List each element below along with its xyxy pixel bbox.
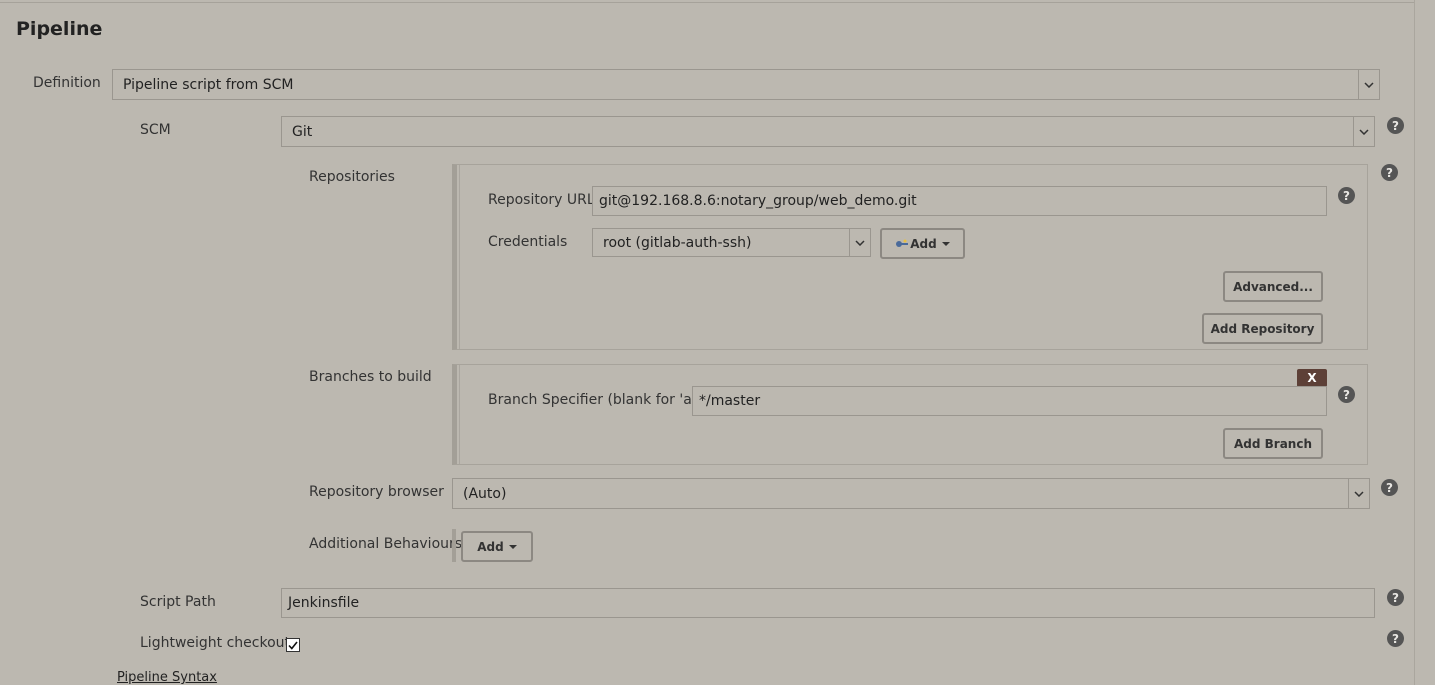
- lightweight-checkout-label: Lightweight checkout: [140, 635, 291, 651]
- help-icon[interactable]: ?: [1381, 164, 1398, 181]
- chevron-down-icon[interactable]: [1358, 70, 1379, 99]
- scm-select[interactable]: Git: [281, 116, 1375, 147]
- script-path-label: Script Path: [140, 594, 216, 610]
- help-icon[interactable]: ?: [1381, 479, 1398, 496]
- add-repository-button[interactable]: Add Repository: [1202, 313, 1323, 344]
- definition-label: Definition: [33, 75, 101, 91]
- repository-browser-label: Repository browser: [309, 484, 444, 500]
- add-behaviour-button[interactable]: Add: [461, 531, 533, 562]
- help-icon[interactable]: ?: [1338, 386, 1355, 403]
- caret-down-icon: [508, 544, 517, 549]
- repository-url-input[interactable]: git@192.168.8.6:notary_group/web_demo.gi…: [592, 186, 1327, 216]
- scm-label: SCM: [140, 122, 171, 138]
- chevron-down-icon[interactable]: [849, 229, 870, 256]
- add-credentials-button[interactable]: Add: [880, 228, 965, 259]
- scm-value: Git: [292, 123, 313, 140]
- behaviours-bar: [452, 529, 456, 562]
- chevron-down-icon[interactable]: [1348, 479, 1369, 508]
- branch-specifier-label: Branch Specifier (blank for 'any'): [488, 392, 719, 408]
- repository-browser-value: (Auto): [463, 485, 507, 502]
- definition-select[interactable]: Pipeline script from SCM: [112, 69, 1380, 100]
- caret-down-icon: [941, 241, 950, 246]
- section-title: Pipeline: [16, 18, 103, 40]
- credentials-select[interactable]: root (gitlab-auth-ssh): [592, 228, 871, 257]
- branch-specifier-input[interactable]: */master: [692, 386, 1327, 416]
- repository-browser-select[interactable]: (Auto): [452, 478, 1370, 509]
- add-credentials-label: Add: [910, 236, 937, 251]
- lightweight-checkout-checkbox[interactable]: [286, 638, 300, 652]
- script-path-input[interactable]: Jenkinsfile: [281, 588, 1375, 618]
- credentials-value: root (gitlab-auth-ssh): [603, 234, 752, 251]
- repository-url-label: Repository URL: [488, 192, 595, 208]
- help-icon[interactable]: ?: [1387, 117, 1404, 134]
- additional-behaviours-label: Additional Behaviours: [309, 536, 463, 552]
- top-divider: [0, 2, 1415, 3]
- definition-value: Pipeline script from SCM: [123, 76, 294, 93]
- add-branch-button[interactable]: Add Branch: [1223, 428, 1323, 459]
- add-behaviour-label: Add: [477, 539, 504, 554]
- help-icon[interactable]: ?: [1338, 187, 1355, 204]
- right-divider: [1414, 0, 1415, 685]
- key-icon: [895, 239, 909, 249]
- help-icon[interactable]: ?: [1387, 589, 1404, 606]
- pipeline-syntax-link[interactable]: Pipeline Syntax: [117, 670, 217, 685]
- delete-branch-button[interactable]: X: [1297, 369, 1327, 387]
- credentials-label: Credentials: [488, 234, 568, 250]
- checkmark-icon: [288, 641, 298, 650]
- advanced-button[interactable]: Advanced...: [1223, 271, 1323, 302]
- branches-label: Branches to build: [309, 369, 432, 385]
- repositories-label: Repositories: [309, 169, 395, 185]
- chevron-down-icon[interactable]: [1353, 117, 1374, 146]
- help-icon[interactable]: ?: [1387, 630, 1404, 647]
